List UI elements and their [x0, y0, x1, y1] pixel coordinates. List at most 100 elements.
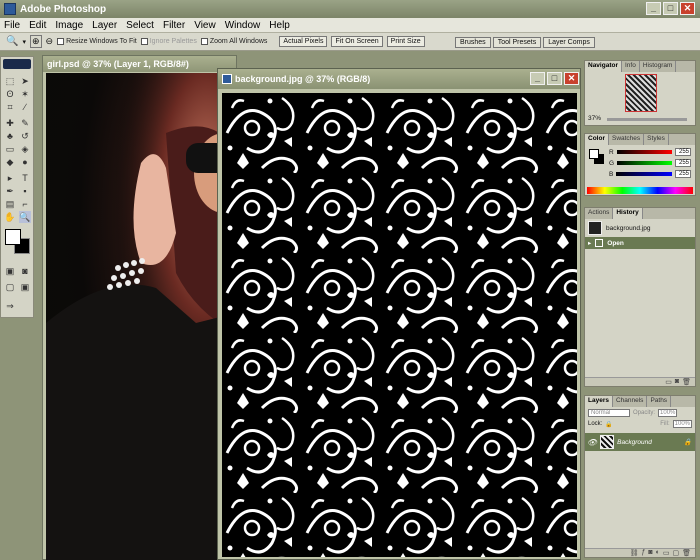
foreground-color-swatch[interactable]	[589, 149, 599, 159]
document-title-bar[interactable]: girl.psd @ 37% (Layer 1, RGB/8#)	[43, 56, 236, 72]
lasso-tool-icon[interactable]: ʘ	[4, 88, 16, 100]
menu-image[interactable]: Image	[55, 20, 83, 31]
trash-icon[interactable]: 🗑	[682, 549, 691, 557]
new-snapshot-icon[interactable]: ◙	[675, 378, 679, 386]
jump-to-imageready-icon[interactable]: ⇒	[4, 300, 16, 312]
tab-color[interactable]: Color	[585, 134, 609, 145]
full-screen-mode-icon[interactable]: ▣	[19, 281, 31, 293]
new-layer-icon[interactable]: ▢	[672, 549, 679, 557]
document-window-background[interactable]: background.jpg @ 37% (RGB/8) _ □ ✕	[217, 68, 581, 560]
standard-screen-mode-icon[interactable]: ▢	[4, 281, 16, 293]
marquee-tool-icon[interactable]: ⬚	[4, 75, 16, 87]
zoom-all-windows-checkbox[interactable]: Zoom All Windows	[200, 38, 267, 45]
zoom-out-icon[interactable]: ⊖	[46, 36, 54, 47]
blue-slider-row[interactable]: B 255	[609, 170, 691, 178]
close-button[interactable]: ✕	[564, 72, 579, 85]
history-brush-source-icon[interactable]: ▸	[588, 239, 591, 247]
menu-layer[interactable]: Layer	[92, 20, 117, 31]
chevron-down-icon[interactable]: ▾	[22, 38, 26, 46]
document-window-girl[interactable]: girl.psd @ 37% (Layer 1, RGB/8#)	[42, 55, 254, 560]
trash-icon[interactable]: 🗑	[682, 378, 691, 386]
resize-windows-checkbox[interactable]: Resize Windows To Fit	[57, 38, 137, 45]
layer-name[interactable]: Background	[617, 439, 652, 446]
maximize-button[interactable]: □	[663, 2, 678, 15]
palette-well-brushes[interactable]: Brushes	[455, 37, 491, 48]
menu-help[interactable]: Help	[269, 20, 290, 31]
document-canvas[interactable]	[46, 73, 254, 560]
green-slider-row[interactable]: G 255	[609, 159, 691, 167]
quick-mask-mode-icon[interactable]: ◙	[19, 265, 31, 277]
actual-pixels-button[interactable]: Actual Pixels	[279, 36, 328, 47]
navigator-zoom-value[interactable]: 37%	[588, 115, 601, 122]
type-tool-icon[interactable]: T	[19, 172, 31, 184]
fill-field[interactable]: 100%	[672, 420, 692, 428]
new-group-icon[interactable]: ▭	[663, 549, 670, 557]
palette-well-layer-comps[interactable]: Layer Comps	[543, 37, 595, 48]
history-brush-tool-icon[interactable]: ↺	[19, 130, 31, 142]
blur-tool-icon[interactable]: ◆	[4, 156, 16, 168]
healing-brush-tool-icon[interactable]: ✚	[4, 117, 16, 129]
zoom-tool-icon[interactable]: 🔍	[6, 36, 18, 47]
slice-tool-icon[interactable]: ∕	[19, 101, 31, 113]
tab-info[interactable]: Info	[622, 61, 640, 72]
tab-history[interactable]: History	[613, 208, 643, 219]
lock-icon[interactable]: 🔒	[605, 421, 612, 428]
foreground-color-swatch[interactable]	[5, 229, 21, 245]
blend-mode-select[interactable]: Normal	[588, 409, 630, 417]
document-canvas[interactable]	[222, 93, 577, 557]
tab-styles[interactable]: Styles	[644, 134, 669, 145]
red-slider[interactable]	[616, 150, 672, 154]
fit-on-screen-button[interactable]: Fit On Screen	[331, 36, 383, 47]
minimize-button[interactable]: _	[646, 2, 661, 15]
paint-bucket-tool-icon[interactable]: ◈	[19, 143, 31, 155]
layer-style-icon[interactable]: ƒ	[641, 549, 645, 557]
tab-swatches[interactable]: Swatches	[609, 134, 645, 145]
tab-histogram[interactable]: Histogram	[640, 61, 677, 72]
hand-tool-icon[interactable]: ✋	[4, 211, 16, 223]
tab-channels[interactable]: Channels	[613, 396, 648, 407]
navigator-zoom-slider[interactable]	[607, 118, 687, 121]
notes-tool-icon[interactable]: ▤	[4, 198, 16, 210]
tab-layers[interactable]: Layers	[585, 396, 613, 407]
palette-well-tool-presets[interactable]: Tool Presets	[492, 37, 542, 48]
eraser-tool-icon[interactable]: ▭	[4, 143, 16, 155]
new-document-icon[interactable]: ▭	[665, 378, 672, 386]
shape-tool-icon[interactable]: ▪	[19, 185, 31, 197]
layer-row[interactable]: 👁 Background 🔒	[585, 433, 695, 451]
history-state[interactable]: ▸ Open	[585, 237, 695, 249]
opacity-field[interactable]: 100%	[658, 409, 678, 417]
navigator-thumbnail[interactable]	[625, 74, 657, 112]
dodge-tool-icon[interactable]: ●	[19, 156, 31, 168]
print-size-button[interactable]: Print Size	[386, 36, 425, 47]
menu-view[interactable]: View	[194, 20, 216, 31]
crop-tool-icon[interactable]: ⌗	[4, 101, 16, 113]
blue-value[interactable]: 255	[675, 170, 691, 178]
path-selection-tool-icon[interactable]: ▸	[4, 172, 16, 184]
close-button[interactable]: ✕	[680, 2, 695, 15]
color-spectrum-bar[interactable]	[587, 187, 693, 194]
zoom-in-icon[interactable]: ⊕	[29, 35, 42, 48]
magic-wand-tool-icon[interactable]: ✶	[19, 88, 31, 100]
pen-tool-icon[interactable]: ✒	[4, 185, 16, 197]
eyedropper-tool-icon[interactable]: ⌐	[19, 198, 31, 210]
clone-stamp-tool-icon[interactable]: ♣	[4, 130, 16, 142]
tab-paths[interactable]: Paths	[647, 396, 672, 407]
layer-mask-icon[interactable]: ◙	[648, 549, 652, 557]
blue-slider[interactable]	[616, 172, 672, 176]
history-snapshot[interactable]: background.jpg	[585, 219, 695, 237]
standard-mode-icon[interactable]: ▣	[4, 265, 16, 277]
tab-actions[interactable]: Actions	[585, 208, 614, 219]
red-slider-row[interactable]: R 255	[609, 148, 691, 156]
menu-select[interactable]: Select	[126, 20, 154, 31]
ignore-palettes-checkbox[interactable]: Ignore Palettes	[140, 38, 197, 45]
maximize-button[interactable]: □	[547, 72, 562, 85]
eye-icon[interactable]: 👁	[587, 438, 597, 447]
zoom-tool-icon[interactable]: 🔍	[19, 211, 31, 223]
green-slider[interactable]	[617, 161, 672, 165]
tab-navigator[interactable]: Navigator	[585, 61, 622, 72]
move-tool-icon[interactable]: ➤	[19, 75, 31, 87]
minimize-button[interactable]: _	[530, 72, 545, 85]
menu-filter[interactable]: Filter	[163, 20, 185, 31]
document-title-bar[interactable]: background.jpg @ 37% (RGB/8) _ □ ✕	[218, 69, 580, 89]
adobe-online-icon[interactable]	[3, 59, 31, 69]
